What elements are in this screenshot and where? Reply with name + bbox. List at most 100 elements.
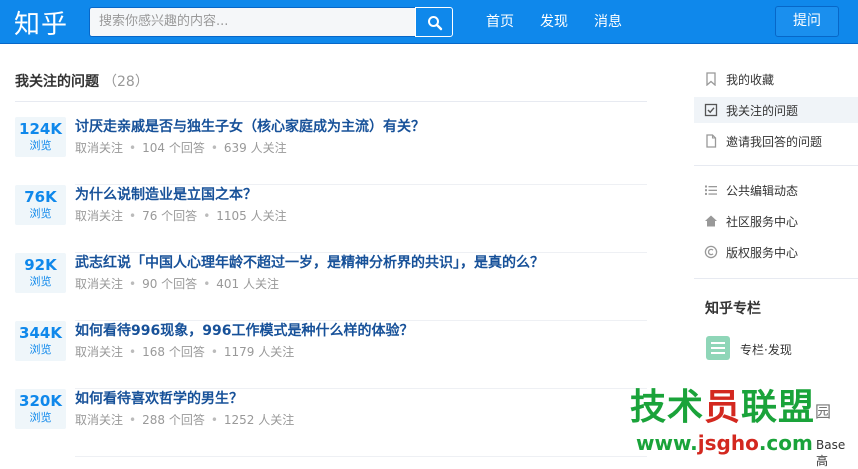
question-meta: 取消关注 • 90 个回答 • 401 人关注 <box>75 276 279 292</box>
zhuanlan-section-title: 知乎专栏 <box>705 301 761 317</box>
follower-count: 401 人关注 <box>216 277 279 291</box>
question-title-link[interactable]: 讨厌走亲戚是否与独生子女（核心家庭成为主流）有关？ <box>75 117 425 137</box>
question-item: 76K 浏览 为什么说制造业是立国之本？ 取消关注 • 76 个回答 • 1105 人关… <box>15 185 647 253</box>
nav-home[interactable]: 首页 <box>486 11 514 31</box>
views-count: 76K <box>24 188 57 206</box>
ask-question-button[interactable]: 提问 <box>775 6 839 37</box>
question-meta: 取消关注 • 168 个回答 • 1179 人关注 <box>75 344 294 360</box>
views-badge: 344K 浏览 <box>15 321 66 361</box>
sidebar-item-label: 版权服务中心 <box>726 246 799 260</box>
meta-separator: • <box>203 277 211 291</box>
nav-explore[interactable]: 发现 <box>540 11 568 31</box>
unfollow-link[interactable]: 取消关注 <box>75 413 123 427</box>
views-label: 浏览 <box>29 343 52 356</box>
question-item: 124K 浏览 讨厌走亲戚是否与独生子女（核心家庭成为主流）有关？ 取消关注 • 1… <box>15 117 647 185</box>
partial-sidebar-text: Base 高 <box>816 438 846 468</box>
copyright-icon <box>704 245 718 259</box>
answer-count-link[interactable]: 288 个回答 <box>142 413 205 427</box>
meta-separator: • <box>210 345 218 359</box>
answer-count-link[interactable]: 168 个回答 <box>142 345 205 359</box>
watermark-text: 技术 <box>630 387 705 428</box>
search-bar: 搜索你感兴趣的内容... <box>89 7 453 37</box>
views-badge: 92K 浏览 <box>15 253 66 293</box>
zhuanlan-icon[interactable] <box>706 336 730 360</box>
unfollow-link[interactable]: 取消关注 <box>75 141 123 155</box>
sidebar-item-community-service[interactable]: 社区服务中心 <box>694 208 858 234</box>
meta-separator: • <box>129 141 137 155</box>
views-count: 344K <box>19 324 62 342</box>
unfollow-link[interactable]: 取消关注 <box>75 209 123 223</box>
watermark-url: www.jsgho.com <box>636 431 813 455</box>
sidebar-item-label: 邀请我回答的问题 <box>726 135 823 149</box>
question-meta: 取消关注 • 288 个回答 • 1252 人关注 <box>75 412 294 428</box>
watermark-text: 员 <box>704 387 742 428</box>
views-label: 浏览 <box>29 139 52 152</box>
meta-separator: • <box>129 277 137 291</box>
unfollow-link[interactable]: 取消关注 <box>75 277 123 291</box>
sidebar-item-label: 社区服务中心 <box>726 215 799 229</box>
watermark-url-part: jsgho <box>697 431 759 455</box>
watermark-url-part: www. <box>636 431 698 455</box>
views-label: 浏览 <box>29 411 52 424</box>
watermark-text: 联盟 <box>741 387 816 428</box>
bookmark-icon <box>706 72 716 86</box>
question-title-link[interactable]: 为什么说制造业是立国之本？ <box>75 185 257 205</box>
answer-count-link[interactable]: 76 个回答 <box>142 209 197 223</box>
follower-count: 1252 人关注 <box>223 413 295 427</box>
meta-separator: • <box>203 209 211 223</box>
views-count: 92K <box>24 256 57 274</box>
sidebar-item-label: 我关注的问题 <box>726 104 799 118</box>
sidebar-divider <box>694 278 858 279</box>
nav-messages[interactable]: 消息 <box>594 11 622 31</box>
watermark-url-part: .com <box>758 431 813 455</box>
follower-count: 1179 人关注 <box>223 345 295 359</box>
title-divider <box>15 101 647 102</box>
unfollow-link[interactable]: 取消关注 <box>75 345 123 359</box>
sidebar-divider <box>694 165 858 166</box>
sidebar-item-copyright-service[interactable]: 版权服务中心 <box>694 239 858 265</box>
question-title-link[interactable]: 如何看待996现象，996工作模式是种什么样的体验？ <box>75 321 413 341</box>
question-item: 344K 浏览 如何看待996现象，996工作模式是种什么样的体验？ 取消关注 •… <box>15 321 647 389</box>
views-badge: 124K 浏览 <box>15 117 66 157</box>
question-meta: 取消关注 • 104 个回答 • 639 人关注 <box>75 140 287 156</box>
meta-separator: • <box>129 209 137 223</box>
question-meta: 取消关注 • 76 个回答 • 1105 人关注 <box>75 208 287 224</box>
meta-separator: • <box>129 345 137 359</box>
answer-count-link[interactable]: 90 个回答 <box>142 277 197 291</box>
search-input[interactable]: 搜索你感兴趣的内容... <box>89 7 416 37</box>
views-count: 124K <box>19 120 62 138</box>
sidebar-item-favorites[interactable]: 我的收藏 <box>694 66 858 92</box>
answer-count-link[interactable]: 104 个回答 <box>142 141 205 155</box>
sidebar-item-invited-questions[interactable]: 邀请我回答的问题 <box>694 128 858 154</box>
sidebar-item-followed-questions[interactable]: 我关注的问题 <box>694 97 858 123</box>
sidebar-item-label: 公共编辑动态 <box>726 184 799 198</box>
list-icon <box>705 185 717 195</box>
question-item: 92K 浏览 武志红说「中国人心理年龄不超过一岁，是精神分析界的共识」，是真的么… <box>15 253 647 321</box>
views-badge: 76K 浏览 <box>15 185 66 225</box>
watermark-logo: 技术员联盟 <box>630 388 815 428</box>
meta-separator: • <box>129 413 137 427</box>
follower-count: 1105 人关注 <box>216 209 287 223</box>
watermark-extra: 园 <box>815 402 832 421</box>
views-label: 浏览 <box>29 207 52 220</box>
checkbox-icon <box>704 103 718 117</box>
page-title-text: 我关注的问题 <box>15 74 99 90</box>
page-title: 我关注的问题 （28） <box>15 71 149 91</box>
meta-separator: • <box>210 413 218 427</box>
search-icon <box>428 16 443 31</box>
sidebar-item-public-edits[interactable]: 公共编辑动态 <box>694 177 858 203</box>
question-title-link[interactable]: 武志红说「中国人心理年龄不超过一岁，是精神分析界的共识」，是真的么？ <box>75 253 544 273</box>
row-divider <box>75 456 647 457</box>
meta-separator: • <box>210 141 218 155</box>
top-navbar: 知乎 搜索你感兴趣的内容... 首页 发现 消息 提问 <box>0 0 858 44</box>
search-button[interactable] <box>415 7 453 37</box>
question-title-link[interactable]: 如何看待喜欢哲学的男生？ <box>75 389 243 409</box>
document-icon <box>706 134 717 148</box>
sidebar-item-label: 我的收藏 <box>726 73 775 87</box>
zhuanlan-discover-link[interactable]: 专栏·发现 <box>740 341 792 358</box>
views-badge: 320K 浏览 <box>15 389 66 429</box>
home-icon <box>705 215 717 227</box>
views-label: 浏览 <box>29 275 52 288</box>
zhihu-logo[interactable]: 知乎 <box>14 4 68 41</box>
views-count: 320K <box>19 392 62 410</box>
